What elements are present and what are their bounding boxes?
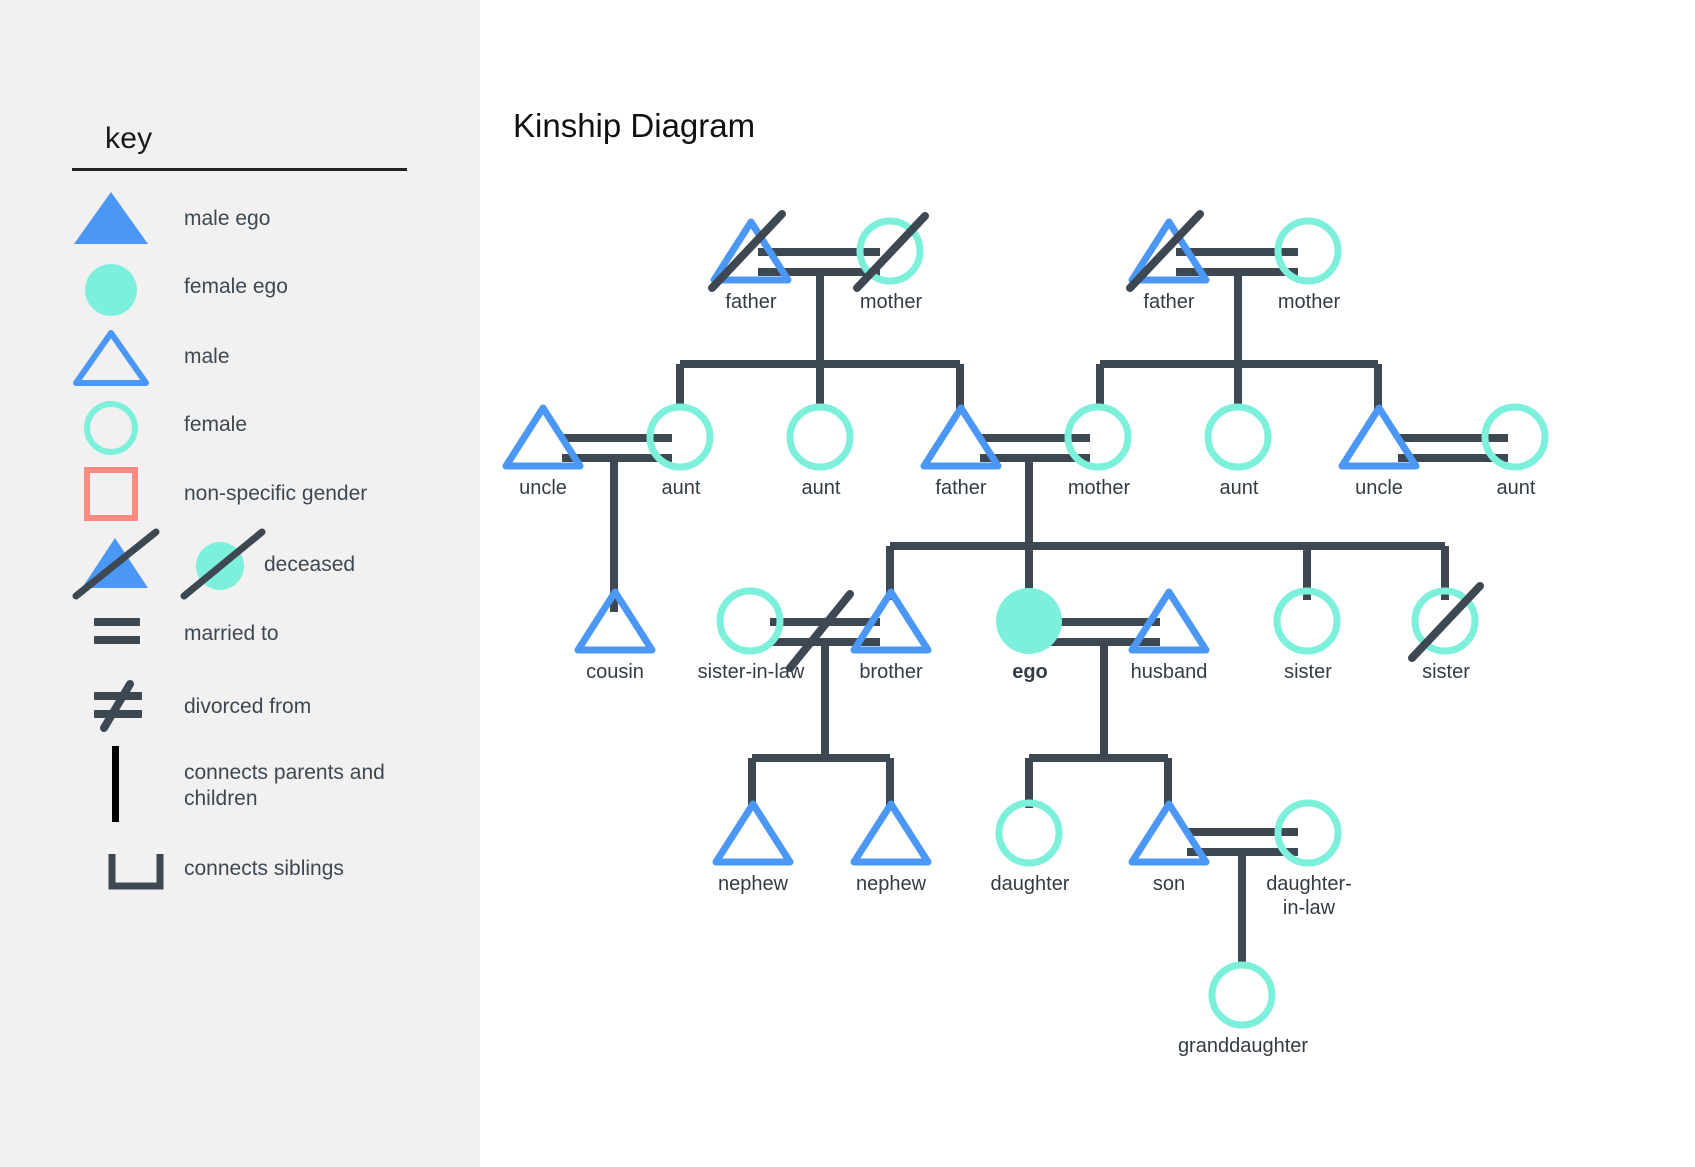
outline-triangle-icon: [72, 330, 172, 390]
node-sister-1[interactable]: sister: [1272, 587, 1344, 683]
key-panel: key male ego female ego male female non-…: [0, 0, 480, 1167]
node-aunt-right-2[interactable]: aunt: [1480, 403, 1552, 499]
node-sister-in-law[interactable]: sister-in-law: [698, 587, 804, 683]
node-husband[interactable]: husband: [1128, 588, 1210, 683]
filled-circle-icon: [72, 262, 172, 322]
node-nephew-2[interactable]: nephew: [850, 800, 932, 895]
node-label: granddaughter: [1177, 1035, 1309, 1057]
node-label: aunt: [801, 477, 841, 499]
node-son[interactable]: son: [1128, 800, 1210, 895]
node-gp1-father[interactable]: father: [708, 210, 792, 313]
node-daughter-in-law[interactable]: daughter- in-law: [1266, 799, 1352, 919]
node-ego[interactable]: ego: [994, 588, 1066, 683]
node-label: daughter: [990, 873, 1070, 895]
key-item-label: female: [184, 413, 248, 436]
filled-triangle-icon: [72, 190, 172, 250]
key-item-label: male ego: [184, 207, 271, 230]
node-cousin[interactable]: cousin: [574, 588, 656, 683]
node-granddaughter[interactable]: granddaughter: [1178, 961, 1308, 1057]
key-item-label: female ego: [184, 275, 288, 298]
node-label: husband: [1130, 661, 1208, 683]
node-brother[interactable]: brother: [850, 588, 932, 683]
connector-lines: [562, 248, 1508, 962]
node-aunt-left-2[interactable]: aunt: [785, 403, 857, 499]
node-aunt-right-1[interactable]: aunt: [1203, 403, 1275, 499]
node-label: sister: [1422, 661, 1470, 683]
kinship-diagram: Kinship Diagram father mother father mot…: [480, 0, 1695, 1167]
key-item-label: non-specific gender: [184, 482, 368, 505]
node-label: sister-in-law: [697, 661, 805, 683]
node-label: nephew: [855, 873, 927, 895]
outline-circle-icon: [72, 400, 172, 460]
node-label: aunt: [661, 477, 701, 499]
node-label: daughter- in-law: [1266, 873, 1352, 919]
node-label: ego: [1012, 661, 1048, 683]
node-label: aunt: [1219, 477, 1259, 499]
node-daughter[interactable]: daughter: [991, 799, 1069, 895]
node-label: father: [935, 477, 987, 499]
node-label: cousin: [586, 661, 644, 683]
node-label: nephew: [717, 873, 789, 895]
node-label: son: [1152, 873, 1186, 895]
key-item-label: divorced from: [184, 695, 312, 718]
vertical-line-icon: [72, 740, 172, 822]
node-label: aunt: [1496, 477, 1536, 499]
node-mother[interactable]: mother: [1063, 403, 1135, 499]
node-uncle-right[interactable]: uncle: [1338, 404, 1420, 499]
divorce-slash-icon: [786, 590, 854, 672]
key-title: key: [105, 122, 153, 155]
node-label: uncle: [1355, 477, 1403, 499]
node-sister-2[interactable]: sister: [1408, 582, 1484, 683]
node-label: father: [1143, 291, 1195, 313]
node-label: brother: [859, 661, 923, 683]
node-father[interactable]: father: [920, 404, 1002, 499]
key-item-label: married to: [184, 622, 279, 645]
node-uncle-left[interactable]: uncle: [502, 404, 584, 499]
key-item-label: male: [184, 345, 230, 368]
node-label: mother: [859, 291, 923, 313]
node-gp1-mother[interactable]: mother: [853, 212, 929, 313]
node-label: sister: [1284, 661, 1332, 683]
key-item-label: deceased: [264, 553, 356, 576]
equals-icon: [72, 612, 172, 672]
key-item-label: connects parents and children: [184, 761, 385, 810]
not-equals-icon: [72, 678, 172, 738]
node-gp2-mother[interactable]: mother: [1273, 217, 1345, 313]
node-label: mother: [1277, 291, 1341, 313]
node-aunt-left-1[interactable]: aunt: [645, 403, 717, 499]
outline-square-icon: [72, 467, 172, 528]
node-label: mother: [1067, 477, 1131, 499]
node-gp2-father[interactable]: father: [1126, 210, 1210, 313]
key-item-label: connects siblings: [184, 857, 344, 880]
key-divider: [72, 168, 407, 171]
node-nephew-1[interactable]: nephew: [712, 800, 794, 895]
sibling-bracket-icon: [72, 840, 172, 900]
node-label: uncle: [519, 477, 567, 499]
node-label: father: [725, 291, 777, 313]
